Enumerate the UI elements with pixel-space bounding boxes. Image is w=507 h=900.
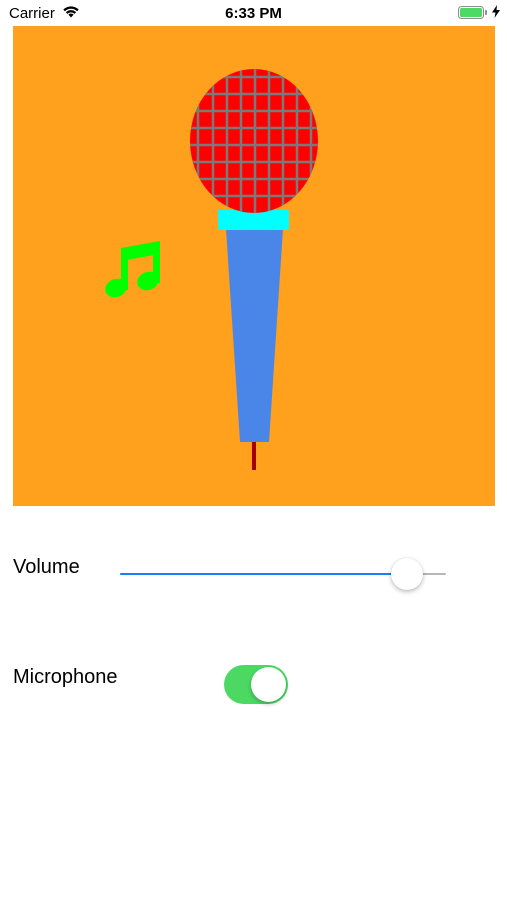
status-time: 6:33 PM [225,5,282,22]
microphone-toggle[interactable] [224,665,288,704]
volume-slider-fill [120,573,407,575]
charging-bolt-icon [492,5,500,23]
microphone-toggle-knob [251,667,286,702]
volume-label: Volume [13,556,80,578]
microphone-label: Microphone [13,666,118,688]
status-bar: Carrier 6:33 PM [0,0,507,26]
drawing-canvas [13,26,495,506]
microphone-handle [226,229,283,442]
volume-slider[interactable] [120,556,446,592]
microphone-drawing [105,69,318,470]
music-note-icon [105,241,160,298]
microphone-collar [218,210,289,230]
battery-icon [458,6,488,24]
volume-slider-thumb[interactable] [390,558,423,590]
cable [252,440,256,470]
